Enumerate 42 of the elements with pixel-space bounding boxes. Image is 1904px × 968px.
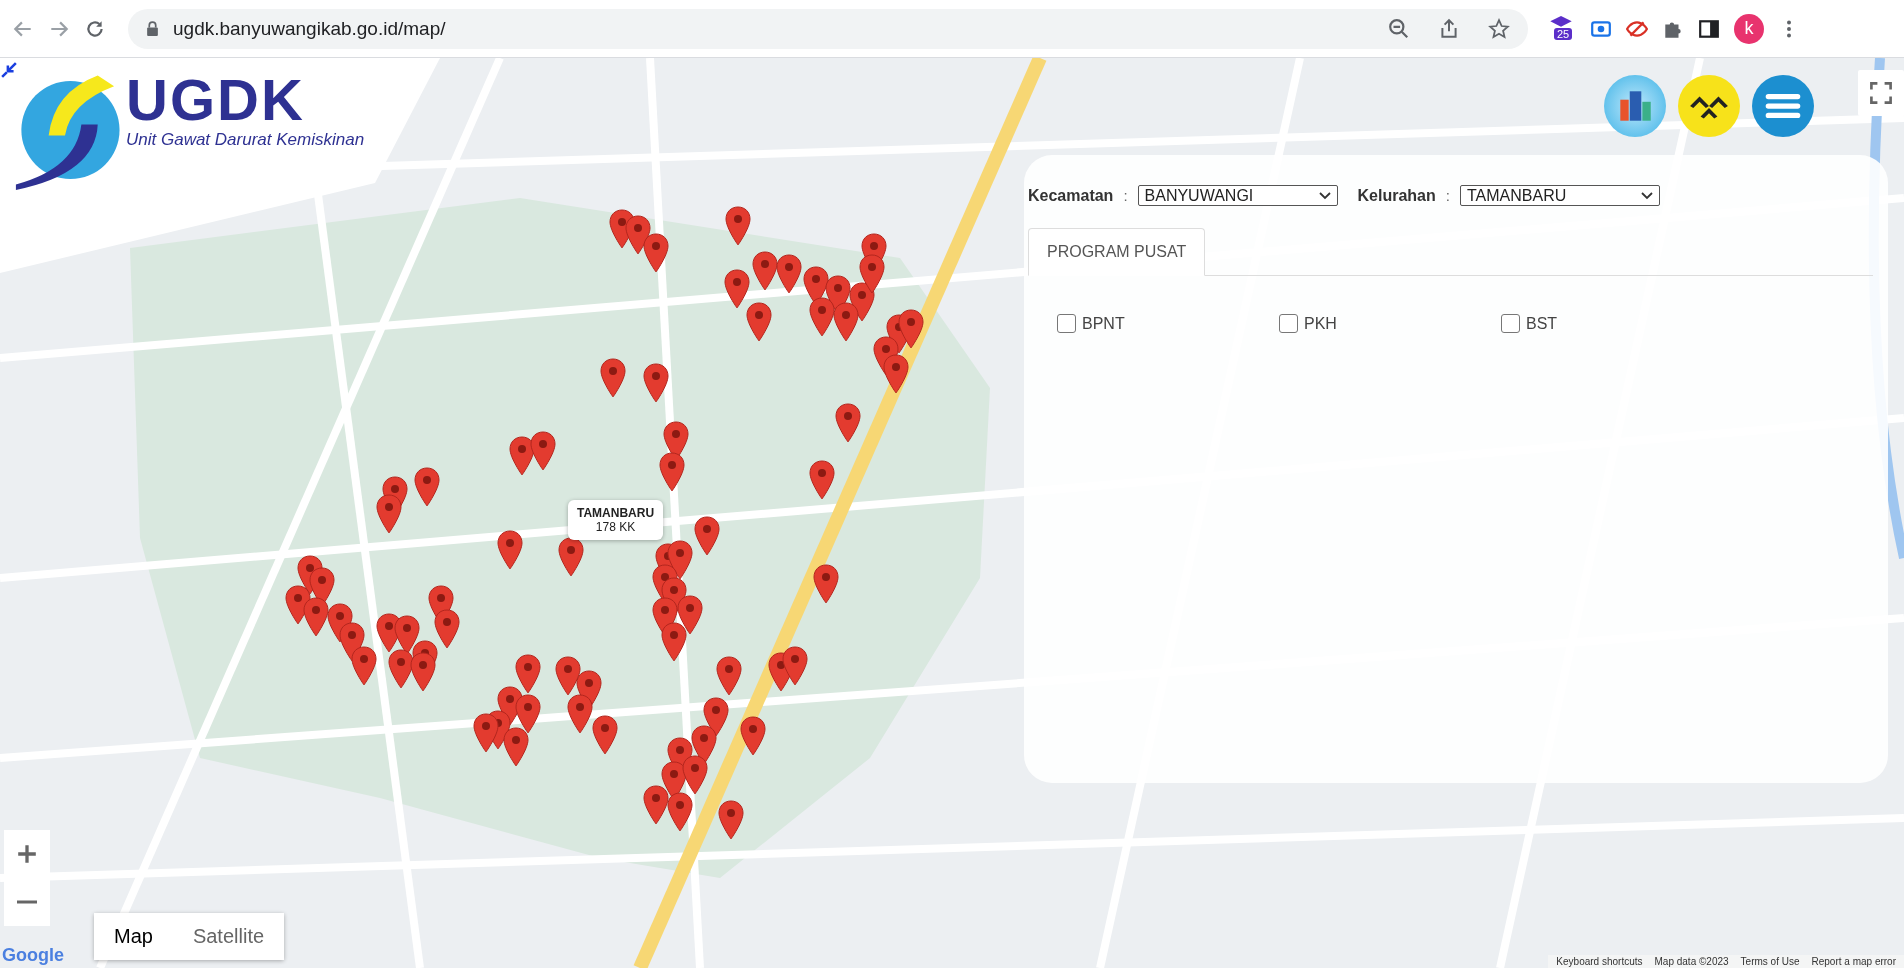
checkbox[interactable] (1501, 314, 1520, 333)
fullscreen-icon (1869, 81, 1893, 105)
checkbox[interactable] (1279, 314, 1298, 333)
address-bar[interactable]: ugdk.banyuwangikab.go.id/map/ (128, 8, 1528, 49)
profile-avatar[interactable]: k (1734, 13, 1764, 44)
star-icon[interactable] (1488, 17, 1510, 40)
checkbox-label: PKH (1304, 314, 1337, 333)
filter-label: Kecamatan (1028, 186, 1114, 205)
share-icon[interactable] (1438, 17, 1460, 40)
filter-separator: : (1123, 187, 1128, 204)
lock-icon (146, 21, 159, 36)
map-markers-drawing[interactable] (285, 206, 924, 840)
dropdown[interactable]: TAMANBARU (1459, 185, 1660, 206)
side-panel-icon[interactable] (1698, 17, 1720, 40)
zoom-out-icon[interactable] (1388, 17, 1410, 40)
minus-icon (16, 900, 38, 904)
checkbox-label: BST (1526, 314, 1558, 333)
map-type-tab[interactable]: Map (94, 913, 173, 960)
url-text: ugdk.banyuwangikab.go.id/map/ (173, 17, 446, 40)
fullscreen-button[interactable] (1858, 70, 1904, 116)
footer-link[interactable]: Terms of Use (1740, 956, 1800, 967)
filter-label: Kelurahan (1357, 186, 1436, 205)
footer-link[interactable]: Keyboard shortcuts (1556, 956, 1643, 967)
logo-subtitle: Unit Gawat Darurat Kemiskinan (126, 130, 365, 150)
tooltip-title: TAMANBARU (577, 506, 655, 520)
footer-link[interactable]: Report a map error (1811, 956, 1896, 967)
checkbox-label: BPNT (1082, 314, 1125, 333)
logo-title: UGDK (126, 70, 306, 130)
caret-icon (1640, 191, 1653, 200)
collapse-arrows-icon[interactable] (1, 62, 17, 78)
tab[interactable]: PROGRAM PUSAT (1028, 228, 1206, 276)
extension-badge: 25 (1554, 27, 1573, 40)
plus-icon (16, 843, 38, 865)
footer-link[interactable]: Map data ©2023 (1654, 956, 1729, 967)
tooltip-count: 178 KK (595, 520, 636, 534)
caret-icon (1318, 191, 1331, 200)
map-provider-logo: Google (2, 945, 64, 966)
filter-separator: : (1445, 187, 1450, 204)
extension-button[interactable]: 25 (1548, 13, 1576, 44)
map-type-tab[interactable]: Satellite (172, 913, 285, 960)
checkbox[interactable] (1057, 314, 1076, 333)
dropdown[interactable]: BANYUWANGI (1137, 185, 1338, 206)
